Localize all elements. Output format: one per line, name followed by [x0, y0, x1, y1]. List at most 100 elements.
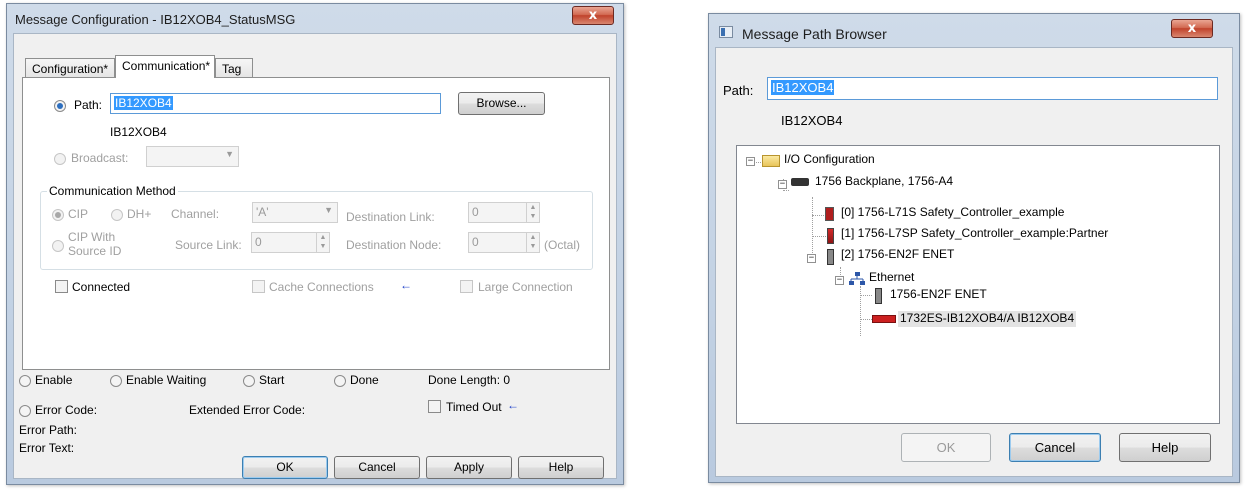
octal-label: (Octal) — [544, 238, 580, 252]
source-link-stepper[interactable]: 0 ▲ ▼ — [251, 232, 330, 253]
tree-item-en2f-enet-ethernet[interactable]: 1756-EN2F ENET — [890, 287, 987, 303]
enable-indicator — [19, 375, 31, 387]
cip-label: CIP — [68, 207, 89, 221]
tree-item-backplane[interactable]: 1756 Backplane, 1756-A4 — [815, 174, 953, 190]
window-icon — [719, 26, 733, 38]
tab-communication[interactable]: Communication* — [115, 55, 215, 78]
safety-controller-icon — [825, 207, 834, 221]
tree-item-io-configuration[interactable]: I/O Configuration — [784, 152, 875, 168]
start-indicator — [243, 375, 255, 387]
destination-node-label: Destination Node: — [346, 238, 442, 252]
error-path-label: Error Path: — [19, 423, 78, 437]
tree-line — [812, 215, 826, 216]
tab-tag[interactable]: Tag — [215, 58, 253, 78]
dhplus-radio[interactable] — [111, 209, 123, 221]
title-bar[interactable]: Message Path Browser x — [709, 14, 1239, 44]
collapse-icon[interactable]: − — [778, 180, 787, 189]
error-code-label: Error Code: — [35, 403, 98, 417]
title-bar[interactable]: Message Configuration - IB12XOB4_StatusM… — [7, 4, 623, 34]
path-resolved-text: IB12XOB4 — [110, 125, 167, 139]
ok-button[interactable]: OK — [242, 456, 328, 479]
tree-line — [860, 295, 872, 296]
tree-item-1732es-ib12xob4[interactable]: 1732ES-IB12XOB4/A IB12XOB4 — [898, 311, 1077, 327]
apply-button[interactable]: Apply — [426, 456, 512, 479]
broadcast-dropdown[interactable]: ▼ — [146, 146, 239, 167]
destination-node-stepper[interactable]: 0 ▲ ▼ — [468, 232, 540, 253]
path-radio[interactable] — [54, 100, 66, 112]
error-code-indicator — [19, 405, 31, 417]
cache-connections-checkbox[interactable] — [252, 280, 265, 293]
error-text-label: Error Text: — [19, 441, 75, 455]
cancel-button[interactable]: Cancel — [334, 456, 420, 479]
tree-item-l71s-controller[interactable]: [0] 1756-L71S Safety_Controller_example — [841, 205, 1064, 221]
destination-link-value: 0 — [472, 205, 479, 219]
collapse-icon[interactable]: − — [807, 254, 816, 263]
path-input[interactable]: IB12XOB4 — [110, 93, 441, 114]
start-label: Start — [259, 373, 285, 387]
dialog-title: Message Path Browser — [742, 26, 887, 42]
module-icon — [827, 249, 834, 265]
tree-line — [840, 267, 841, 275]
done-indicator — [334, 375, 346, 387]
close-button[interactable]: x — [1171, 19, 1213, 38]
cip-radio[interactable] — [52, 209, 64, 221]
tab-configuration[interactable]: Configuration* — [25, 58, 115, 78]
broadcast-radio[interactable] — [54, 153, 66, 165]
tree-line — [812, 236, 826, 237]
module-tree[interactable] — [736, 145, 1220, 424]
collapse-icon[interactable]: − — [746, 157, 755, 166]
timed-out-label: Timed Out — [446, 400, 502, 414]
extended-error-code-label: Extended Error Code: — [189, 403, 306, 417]
destination-link-stepper[interactable]: 0 ▲ ▼ — [468, 202, 540, 223]
tree-line — [783, 190, 789, 191]
collapse-icon[interactable]: − — [835, 276, 844, 285]
path-label: Path: — [74, 98, 103, 112]
path-label: Path: — [723, 83, 754, 98]
broadcast-label: Broadcast: — [71, 151, 129, 165]
spinner-icon[interactable]: ▲ ▼ — [316, 233, 329, 252]
message-configuration-dialog: Message Configuration - IB12XOB4_StatusM… — [6, 3, 624, 485]
tree-item-ethernet[interactable]: Ethernet — [869, 270, 914, 286]
tree-line — [812, 197, 813, 259]
tree-item-l7sp-partner[interactable]: [1] 1756-L7SP Safety_Controller_example:… — [841, 226, 1108, 242]
cip-source-label-1: CIP With — [68, 230, 116, 244]
channel-dropdown[interactable]: 'A' ▼ — [252, 202, 338, 223]
spinner-icon[interactable]: ▲ ▼ — [526, 203, 539, 222]
tree-line — [756, 162, 761, 163]
dhplus-label: DH+ — [127, 207, 152, 221]
browse-button[interactable]: Browse... — [458, 92, 545, 115]
cancel-button[interactable]: Cancel — [1009, 433, 1101, 462]
tree-item-en2f-enet[interactable]: [2] 1756-EN2F ENET — [841, 247, 954, 263]
spinner-icon[interactable]: ▲ ▼ — [526, 233, 539, 252]
message-path-browser-dialog: Message Path Browser x Path: IB12XOB4 IB… — [708, 13, 1240, 483]
arrow-left-icon: ← — [507, 398, 519, 412]
large-connection-checkbox[interactable] — [460, 280, 473, 293]
path-resolved-text: IB12XOB4 — [781, 113, 843, 128]
enable-waiting-indicator — [110, 375, 122, 387]
communication-method-title: Communication Method — [47, 184, 178, 198]
help-button[interactable]: Help — [518, 456, 604, 479]
help-button[interactable]: Help — [1119, 433, 1211, 462]
enable-waiting-label: Enable Waiting — [126, 373, 207, 387]
destination-node-value: 0 — [472, 235, 479, 249]
chevron-down-icon: ▼ — [225, 149, 234, 159]
ok-button[interactable]: OK — [901, 433, 991, 462]
cip-source-label-2: Source ID — [68, 244, 122, 258]
folder-icon — [762, 155, 780, 167]
channel-value: 'A' — [256, 205, 269, 219]
destination-link-label: Destination Link: — [346, 210, 435, 224]
cip-source-radio[interactable] — [52, 240, 64, 252]
io-block-icon — [872, 315, 896, 323]
dialog-title: Message Configuration - IB12XOB4_StatusM… — [15, 12, 296, 27]
enable-label: Enable — [35, 373, 73, 387]
network-icon — [849, 272, 865, 286]
timed-out-checkbox[interactable] — [428, 400, 441, 413]
connected-label: Connected — [72, 280, 131, 294]
channel-label: Channel: — [171, 207, 220, 221]
tree-line — [860, 319, 872, 320]
path-input-value: IB12XOB4 — [114, 96, 173, 110]
path-input[interactable]: IB12XOB4 — [767, 77, 1218, 100]
backplane-icon — [791, 178, 809, 186]
connected-checkbox[interactable] — [55, 280, 68, 293]
close-button[interactable]: x — [572, 6, 614, 25]
